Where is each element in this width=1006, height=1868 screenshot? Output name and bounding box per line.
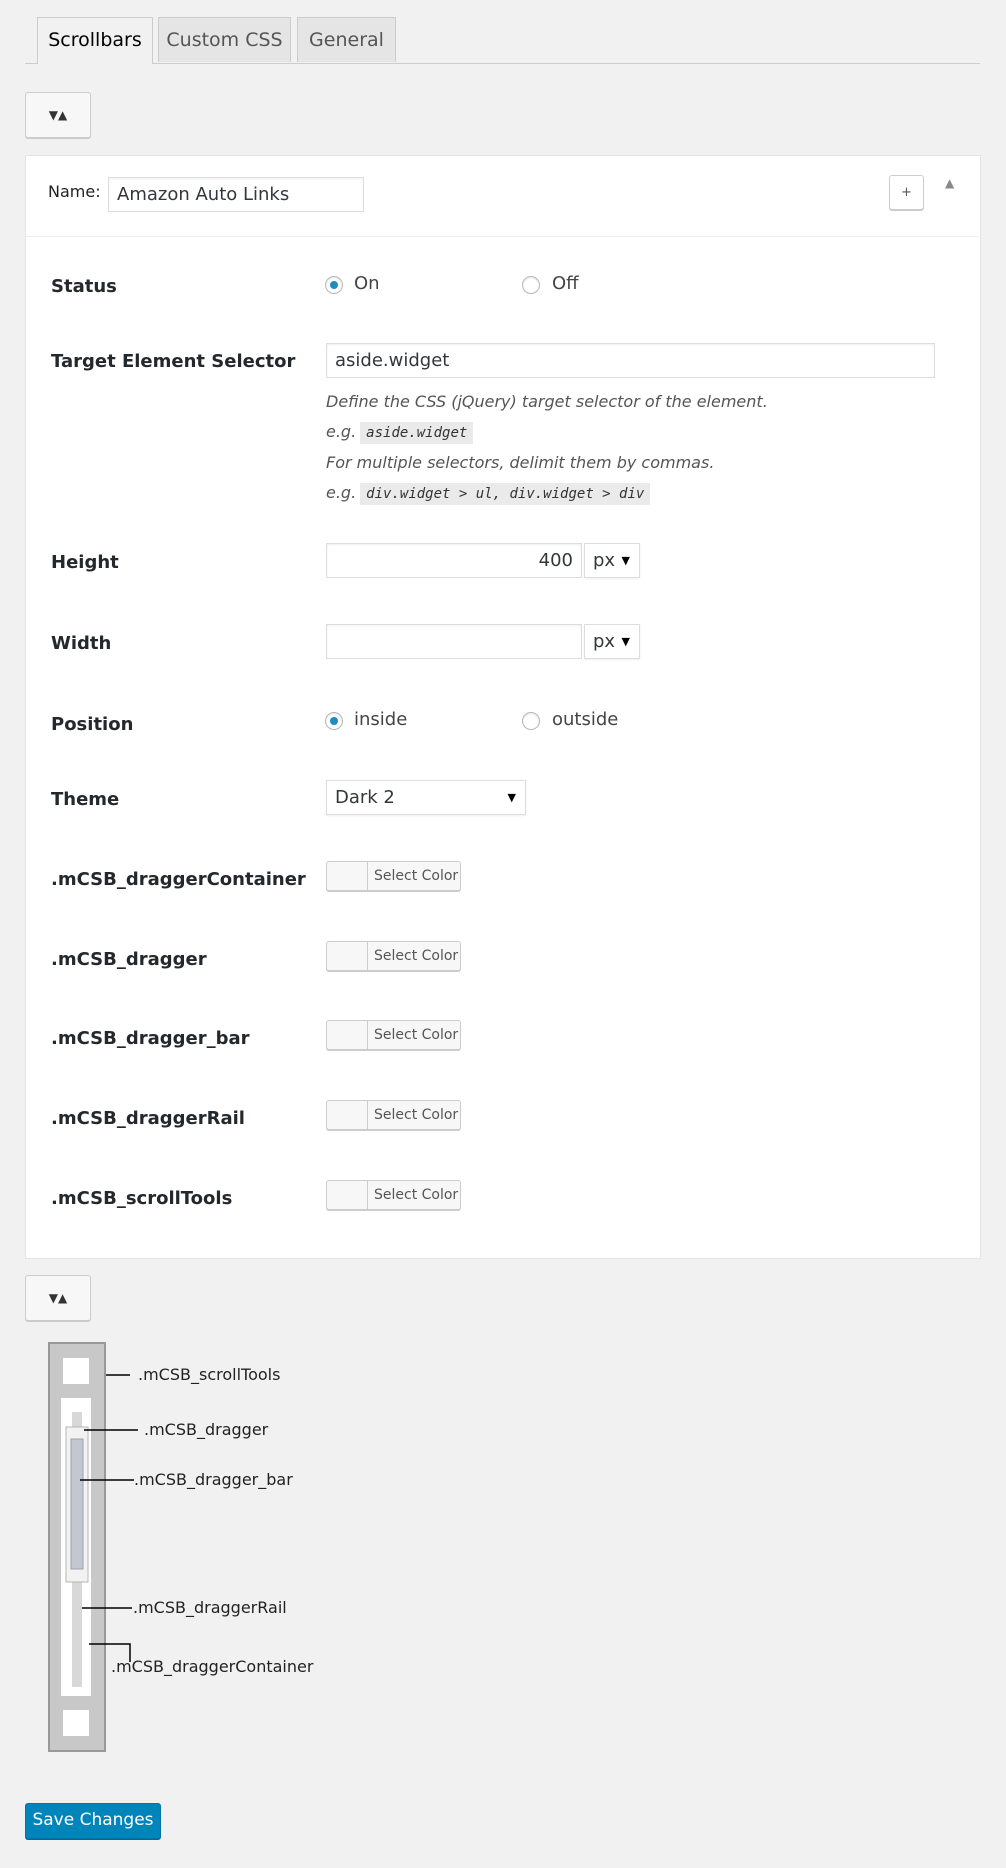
target-selector-description: Define the CSS (jQuery) target selector … bbox=[326, 392, 768, 411]
width-label: Width bbox=[51, 633, 112, 654]
position-label: Position bbox=[51, 714, 134, 735]
toggle-all-button-bottom[interactable]: ▼▲ bbox=[25, 1275, 91, 1321]
scrollbar-diagram-graphic bbox=[48, 1342, 138, 1752]
position-inside-label[interactable]: inside bbox=[354, 709, 407, 730]
diagram-label-dragger-rail: .mCSB_draggerRail bbox=[133, 1598, 287, 1617]
width-unit-value: px bbox=[593, 631, 616, 652]
tab-scrollbars[interactable]: Scrollbars bbox=[37, 17, 153, 64]
color-label-dragger-container: .mCSB_draggerContainer bbox=[51, 869, 306, 890]
status-off-radio[interactable] bbox=[522, 276, 540, 294]
color-label-dragger-rail: .mCSB_draggerRail bbox=[51, 1108, 245, 1129]
diagram-label-dragger-bar: .mCSB_dragger_bar bbox=[134, 1470, 293, 1489]
select-color-label[interactable]: Select Color bbox=[374, 862, 458, 890]
scrollbar-anatomy-diagram: .mCSB_scrollTools .mCSB_dragger .mCSB_dr… bbox=[48, 1342, 313, 1754]
panel-header: Name: Amazon Auto Links + ▲ bbox=[26, 156, 980, 237]
name-input[interactable]: Amazon Auto Links bbox=[108, 177, 364, 212]
height-unit-select[interactable]: px ▼ bbox=[584, 543, 640, 578]
position-outside-radio[interactable] bbox=[522, 712, 540, 730]
example-code-1: aside.widget bbox=[360, 422, 474, 444]
target-selector-example-2: e.g. div.widget > ul, div.widget > div bbox=[326, 483, 651, 505]
height-label: Height bbox=[51, 552, 119, 573]
position-inside-radio[interactable] bbox=[325, 712, 343, 730]
toggle-all-button[interactable]: ▼▲ bbox=[25, 92, 91, 138]
select-color-label[interactable]: Select Color bbox=[374, 942, 458, 970]
theme-label: Theme bbox=[51, 789, 120, 810]
color-swatch[interactable] bbox=[327, 942, 368, 970]
diagram-label-scroll-tools: .mCSB_scrollTools bbox=[138, 1365, 281, 1384]
target-selector-label: Target Element Selector bbox=[51, 351, 296, 372]
color-picker-dragger[interactable]: Select Color bbox=[326, 941, 461, 971]
status-off-label[interactable]: Off bbox=[552, 273, 579, 294]
theme-value: Dark 2 bbox=[335, 787, 395, 808]
caret-down-icon: ▼ bbox=[621, 554, 630, 567]
select-color-label[interactable]: Select Color bbox=[374, 1181, 458, 1209]
status-label: Status bbox=[51, 276, 117, 297]
color-label-dragger-bar: .mCSB_dragger_bar bbox=[51, 1028, 250, 1049]
width-unit-select[interactable]: px ▼ bbox=[584, 624, 640, 659]
color-swatch[interactable] bbox=[327, 1181, 368, 1209]
target-selector-multi-description: For multiple selectors, delimit them by … bbox=[326, 453, 715, 472]
diagram-label-dragger: .mCSB_dragger bbox=[144, 1420, 269, 1439]
select-color-label[interactable]: Select Color bbox=[374, 1101, 458, 1129]
tab-general[interactable]: General bbox=[297, 17, 396, 62]
color-picker-scroll-tools[interactable]: Select Color bbox=[326, 1180, 461, 1210]
status-on-radio[interactable] bbox=[325, 276, 343, 294]
height-unit-value: px bbox=[593, 550, 616, 571]
color-picker-dragger-rail[interactable]: Select Color bbox=[326, 1100, 461, 1130]
position-outside-label[interactable]: outside bbox=[552, 709, 618, 730]
tab-custom-css[interactable]: Custom CSS bbox=[158, 17, 291, 62]
eg-label: e.g. bbox=[326, 422, 357, 441]
tab-bar: Scrollbars Custom CSS General bbox=[25, 17, 980, 64]
caret-down-icon: ▼ bbox=[621, 635, 630, 648]
color-label-scroll-tools: .mCSB_scrollTools bbox=[51, 1188, 233, 1209]
triangle-up-icon[interactable]: ▲ bbox=[945, 176, 954, 190]
target-selector-input[interactable]: aside.widget bbox=[326, 343, 935, 378]
color-swatch[interactable] bbox=[327, 1021, 368, 1049]
color-picker-dragger-bar[interactable]: Select Color bbox=[326, 1020, 461, 1050]
name-label: Name: bbox=[48, 182, 101, 201]
collapse-expand-arrows-icon: ▼▲ bbox=[48, 1291, 68, 1305]
status-on-label[interactable]: On bbox=[354, 273, 380, 294]
width-input[interactable] bbox=[326, 624, 582, 659]
diagram-label-dragger-container: .mCSB_draggerContainer bbox=[111, 1657, 314, 1676]
add-section-button[interactable]: + bbox=[889, 175, 924, 210]
color-label-dragger: .mCSB_dragger bbox=[51, 949, 207, 970]
example-code-2: div.widget > ul, div.widget > div bbox=[360, 483, 651, 505]
select-color-label[interactable]: Select Color bbox=[374, 1021, 458, 1049]
color-swatch[interactable] bbox=[327, 1101, 368, 1129]
theme-select[interactable]: Dark 2 ▼ bbox=[326, 780, 526, 815]
target-selector-example-1: e.g. aside.widget bbox=[326, 422, 474, 444]
color-picker-dragger-container[interactable]: Select Color bbox=[326, 861, 461, 891]
save-changes-button[interactable]: Save Changes bbox=[25, 1803, 161, 1839]
scrollbar-settings-panel: Name: Amazon Auto Links + ▲ Status On Of… bbox=[25, 155, 981, 1259]
caret-down-icon: ▼ bbox=[507, 791, 516, 804]
color-swatch[interactable] bbox=[327, 862, 368, 890]
height-input[interactable]: 400 bbox=[326, 543, 582, 578]
collapse-expand-arrows-icon: ▼▲ bbox=[48, 108, 68, 122]
eg-label: e.g. bbox=[326, 483, 357, 502]
